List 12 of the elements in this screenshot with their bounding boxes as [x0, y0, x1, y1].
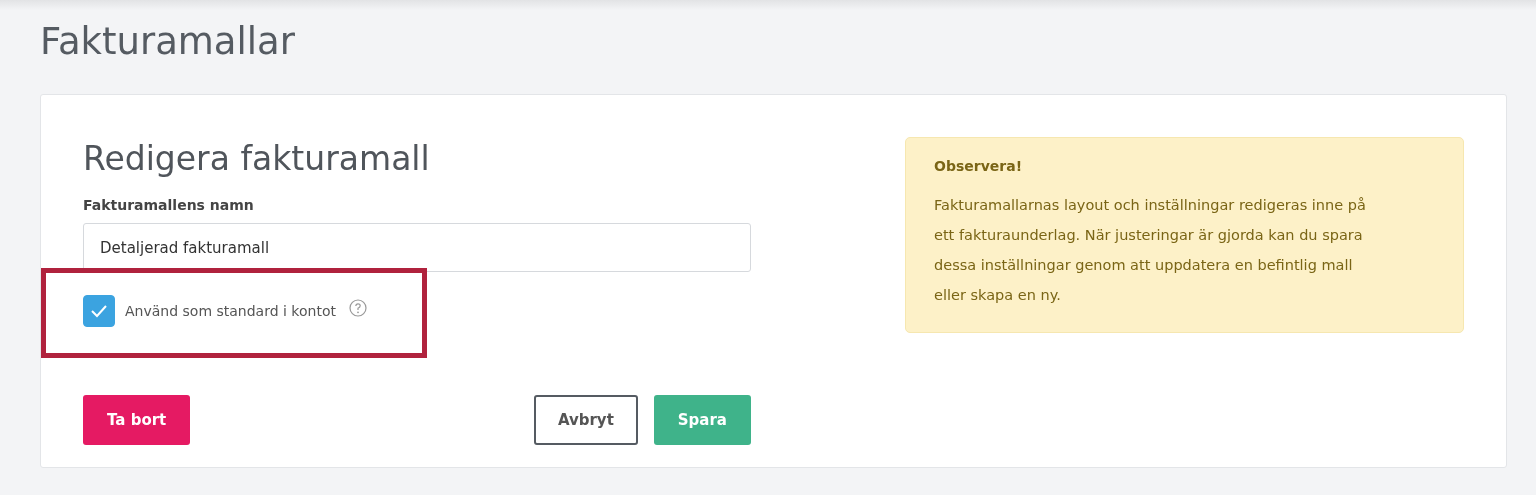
form-heading: Redigera fakturamall	[83, 138, 431, 180]
checkbox-label: Använd som standard i kontot	[125, 303, 336, 319]
page-title: Fakturamallar	[40, 20, 295, 65]
help-icon[interactable]	[348, 299, 367, 317]
cancel-button[interactable]: Avbryt	[533, 395, 638, 445]
name-field[interactable]: Detaljerad fakturamall	[83, 223, 751, 272]
field-label: Fakturamallens namn	[83, 197, 254, 213]
default-checkbox[interactable]	[83, 295, 115, 327]
notice-text: Fakturamallarnas layout och inställningar redigeras inne på ett fakturaunderlag. När justeringar är gjorda kan du spara dessa inställningar genom att uppdatera en befintlig mall eller skapa en ny.	[934, 196, 1367, 305]
delete-button[interactable]: Ta bort	[83, 395, 191, 445]
check-icon	[89, 303, 109, 319]
notice-title: Observera!	[934, 158, 1023, 174]
